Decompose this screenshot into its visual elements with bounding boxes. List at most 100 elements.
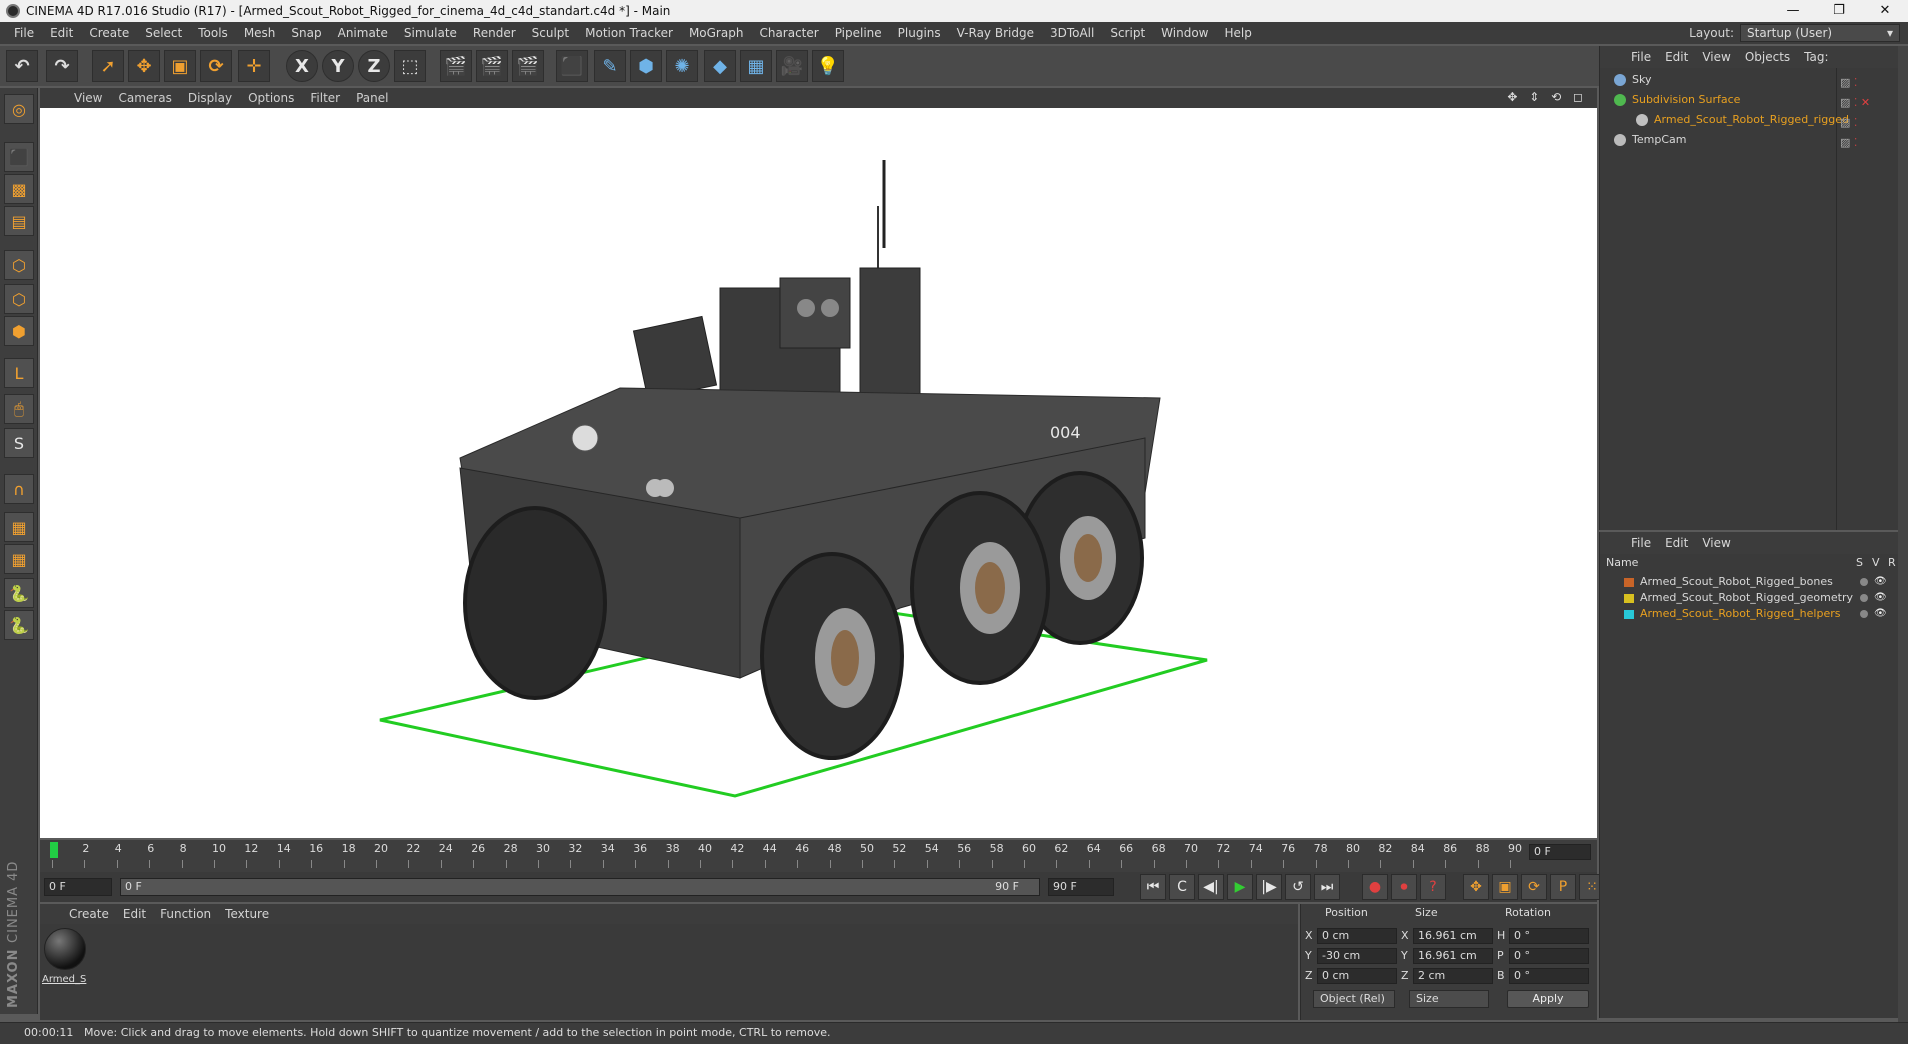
- polygons-mode-icon[interactable]: ⬢: [4, 316, 34, 346]
- menu-snap[interactable]: Snap: [283, 26, 329, 40]
- menu-sculpt[interactable]: Sculpt: [524, 26, 577, 40]
- menu-tools[interactable]: Tools: [190, 26, 236, 40]
- light-icon[interactable]: 💡: [812, 50, 844, 82]
- layer-visibility-icon[interactable]: 👁: [1874, 606, 1887, 622]
- object-name[interactable]: Subdivision Surface: [1632, 90, 1740, 110]
- layer-row[interactable]: Armed_Scout_Robot_Rigged_geometry 👁: [1600, 590, 1899, 606]
- workplane-icon[interactable]: ▤: [4, 206, 34, 236]
- menu-select[interactable]: Select: [137, 26, 190, 40]
- rotate-icon[interactable]: ⟳: [200, 50, 232, 82]
- menu-render[interactable]: Render: [465, 26, 524, 40]
- axis-mode-icon[interactable]: L: [4, 358, 34, 388]
- close-button[interactable]: ✕: [1862, 0, 1908, 22]
- transform-icon[interactable]: ✛: [238, 50, 270, 82]
- deformer-icon[interactable]: ◆: [704, 50, 736, 82]
- menu-edit[interactable]: Edit: [42, 26, 81, 40]
- layer-solo-toggle[interactable]: [1860, 578, 1868, 586]
- layout-dropdown[interactable]: Startup (User): [1740, 24, 1900, 42]
- prev-frame-icon[interactable]: ◀|: [1198, 874, 1224, 900]
- autokey-icon[interactable]: ⏺: [1391, 874, 1417, 900]
- end-frame-field[interactable]: 90 F: [1048, 878, 1114, 896]
- object-row[interactable]: Armed_Scout_Robot_Rigged_rigged ▨ ⁚: [1600, 110, 1899, 130]
- rot-b-field[interactable]: 0 °: [1509, 968, 1589, 984]
- menu-3dtoall[interactable]: 3DToAll: [1042, 26, 1102, 40]
- menu-pipeline[interactable]: Pipeline: [827, 26, 890, 40]
- layer-name[interactable]: Armed_Scout_Robot_Rigged_helpers: [1640, 606, 1840, 622]
- coordinate-system-icon[interactable]: ⬚: [394, 50, 426, 82]
- edges-mode-icon[interactable]: ⬡: [4, 284, 34, 314]
- keyframe-selection-icon[interactable]: ?: [1420, 874, 1446, 900]
- restore-button[interactable]: ❐: [1816, 0, 1862, 22]
- model-mode-icon[interactable]: ⬛: [4, 142, 34, 172]
- layer-row[interactable]: Armed_Scout_Robot_Rigged_bones 👁: [1600, 574, 1899, 590]
- object-row[interactable]: Subdivision Surface ▨ ⁚ ✕: [1600, 90, 1899, 110]
- key-parameter-icon[interactable]: P: [1550, 874, 1576, 900]
- solo-icon[interactable]: S: [4, 428, 34, 458]
- viewport-menu-filter[interactable]: Filter: [302, 91, 348, 105]
- size-y-field[interactable]: 16.961 cm: [1413, 948, 1493, 964]
- menu-mograph[interactable]: MoGraph: [681, 26, 752, 40]
- layer-color-swatch[interactable]: [1624, 610, 1634, 619]
- points-mode-icon[interactable]: ⬡: [4, 250, 34, 280]
- start-frame-field[interactable]: 0 F: [44, 878, 112, 896]
- layer-menu-edit[interactable]: Edit: [1658, 536, 1695, 550]
- goto-start-icon[interactable]: ⏮: [1140, 874, 1166, 900]
- object-menu-tags[interactable]: Tag:: [1797, 50, 1835, 64]
- viewport-menu-view[interactable]: View: [66, 91, 110, 105]
- menu-window[interactable]: Window: [1153, 26, 1216, 40]
- object-name[interactable]: Armed_Scout_Robot_Rigged_rigged: [1654, 110, 1849, 130]
- texture-mode-icon[interactable]: ▩: [4, 174, 34, 204]
- render-settings-icon[interactable]: 🎬: [512, 50, 544, 82]
- subdivision-icon[interactable]: ⬢: [630, 50, 662, 82]
- render-view-icon[interactable]: 🎬: [440, 50, 472, 82]
- menu-mesh[interactable]: Mesh: [236, 26, 284, 40]
- planar-workplane-icon[interactable]: ▦: [4, 544, 34, 574]
- z-axis-icon[interactable]: Z: [358, 50, 390, 82]
- record-icon[interactable]: ●: [1362, 874, 1388, 900]
- menu-file[interactable]: File: [6, 26, 42, 40]
- layer-menu-view[interactable]: View: [1695, 536, 1737, 550]
- layer-row[interactable]: Armed_Scout_Robot_Rigged_helpers 👁: [1600, 606, 1899, 622]
- layer-color-swatch[interactable]: [1624, 594, 1634, 603]
- camera-icon[interactable]: 🎥: [776, 50, 808, 82]
- menu-help[interactable]: Help: [1216, 26, 1259, 40]
- viewport-menu-panel[interactable]: Panel: [348, 91, 396, 105]
- timeline-current-frame-field[interactable]: 0 F: [1529, 844, 1591, 860]
- undo-icon[interactable]: ↶: [6, 50, 38, 82]
- scale-icon[interactable]: ▣: [164, 50, 196, 82]
- size-z-field[interactable]: 2 cm: [1413, 968, 1493, 984]
- redo-icon[interactable]: ↷: [46, 50, 78, 82]
- array-icon[interactable]: ✺: [666, 50, 698, 82]
- play-icon[interactable]: ▶: [1227, 874, 1253, 900]
- layer-visibility-icon[interactable]: 👁: [1874, 574, 1887, 590]
- next-frame-icon[interactable]: |▶: [1256, 874, 1282, 900]
- layer-menu-file[interactable]: File: [1624, 536, 1658, 550]
- material-menu-edit[interactable]: Edit: [116, 907, 153, 921]
- pos-x-field[interactable]: 0 cm: [1317, 928, 1397, 944]
- viewport-nav-icons[interactable]: ✥ ⇕ ⟲ ◻: [1507, 90, 1587, 104]
- goto-end-icon[interactable]: ⏭: [1314, 874, 1340, 900]
- size-x-field[interactable]: 16.961 cm: [1413, 928, 1493, 944]
- prev-key-icon[interactable]: C: [1169, 874, 1195, 900]
- menu-create[interactable]: Create: [81, 26, 137, 40]
- menu-vray-bridge[interactable]: V-Ray Bridge: [949, 26, 1042, 40]
- pos-z-field[interactable]: 0 cm: [1317, 968, 1397, 984]
- object-row[interactable]: TempCam ▨ ⁚: [1600, 130, 1899, 150]
- make-editable-icon[interactable]: ◎: [4, 94, 34, 124]
- rot-h-field[interactable]: 0 °: [1509, 928, 1589, 944]
- tweak-mode-icon[interactable]: 🖱: [4, 394, 34, 424]
- cube-icon[interactable]: ⬛: [556, 50, 588, 82]
- move-icon[interactable]: ✥: [128, 50, 160, 82]
- apply-button[interactable]: Apply: [1507, 990, 1589, 1008]
- x-axis-icon[interactable]: X: [286, 50, 318, 82]
- select-cursor-icon[interactable]: ➚: [92, 50, 124, 82]
- menu-motion-tracker[interactable]: Motion Tracker: [577, 26, 681, 40]
- viewport-menu-options[interactable]: Options: [240, 91, 302, 105]
- 3d-viewport[interactable]: 004: [40, 108, 1597, 838]
- viewport-menu-display[interactable]: Display: [180, 91, 240, 105]
- coordinate-mode-dropdown[interactable]: Object (Rel): [1313, 990, 1395, 1008]
- render-picture-viewer-icon[interactable]: 🎬: [476, 50, 508, 82]
- key-scale-icon[interactable]: ▣: [1492, 874, 1518, 900]
- layer-name[interactable]: Armed_Scout_Robot_Rigged_bones: [1640, 574, 1833, 590]
- layer-solo-toggle[interactable]: [1860, 610, 1868, 618]
